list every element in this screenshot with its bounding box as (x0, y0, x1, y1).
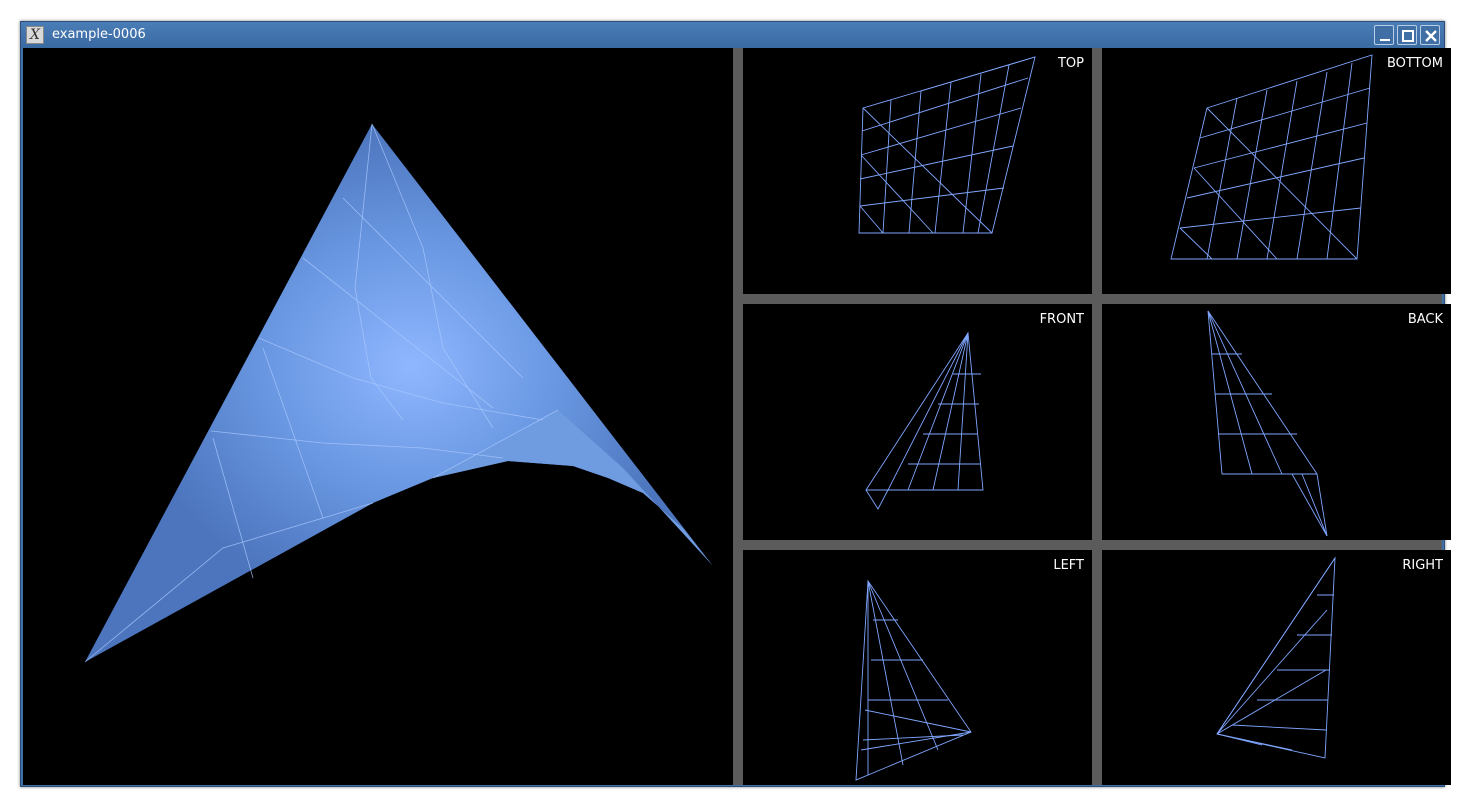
wireframe-front (865, 331, 984, 510)
view-bottom[interactable]: BOTTOM (1102, 48, 1451, 294)
perspective-viewport[interactable] (23, 48, 733, 785)
view-top[interactable]: TOP (743, 48, 1092, 294)
wireframe-left (855, 579, 972, 781)
wireframe-top (858, 56, 1036, 234)
minimize-button[interactable] (1374, 25, 1394, 45)
view-label-front: FRONT (1039, 312, 1084, 327)
view-label-top: TOP (1057, 56, 1084, 71)
close-button[interactable] (1420, 25, 1440, 45)
wireframe-right (1216, 556, 1336, 759)
wireframe-back (1207, 310, 1328, 537)
wireframe-bottom (1170, 54, 1373, 260)
maximize-button[interactable] (1397, 25, 1417, 45)
view-label-right: RIGHT (1402, 558, 1443, 573)
window-title: example-0006 (52, 27, 146, 42)
minimize-icon (1380, 39, 1390, 41)
view-label-bottom: BOTTOM (1386, 56, 1443, 71)
view-label-back: BACK (1407, 312, 1443, 327)
view-back[interactable]: BACK (1102, 304, 1451, 540)
close-icon (1425, 30, 1437, 42)
view-right[interactable]: RIGHT (1102, 550, 1451, 785)
x-logo-icon: X (26, 26, 44, 44)
client-area: TOP BOTTOM FRONT BACK LEFT RIGHT (23, 48, 1451, 785)
title-bar[interactable]: X example-0006 (21, 22, 1444, 48)
view-front[interactable]: FRONT (743, 304, 1092, 540)
view-left[interactable]: LEFT (743, 550, 1092, 785)
view-label-left: LEFT (1053, 558, 1084, 573)
app-window: X example-0006 TOP BOTTOM FRONT BACK LEF… (20, 21, 1451, 787)
maximize-icon (1402, 30, 1414, 42)
surface-body (85, 124, 713, 662)
shaded-surface (84, 123, 713, 663)
